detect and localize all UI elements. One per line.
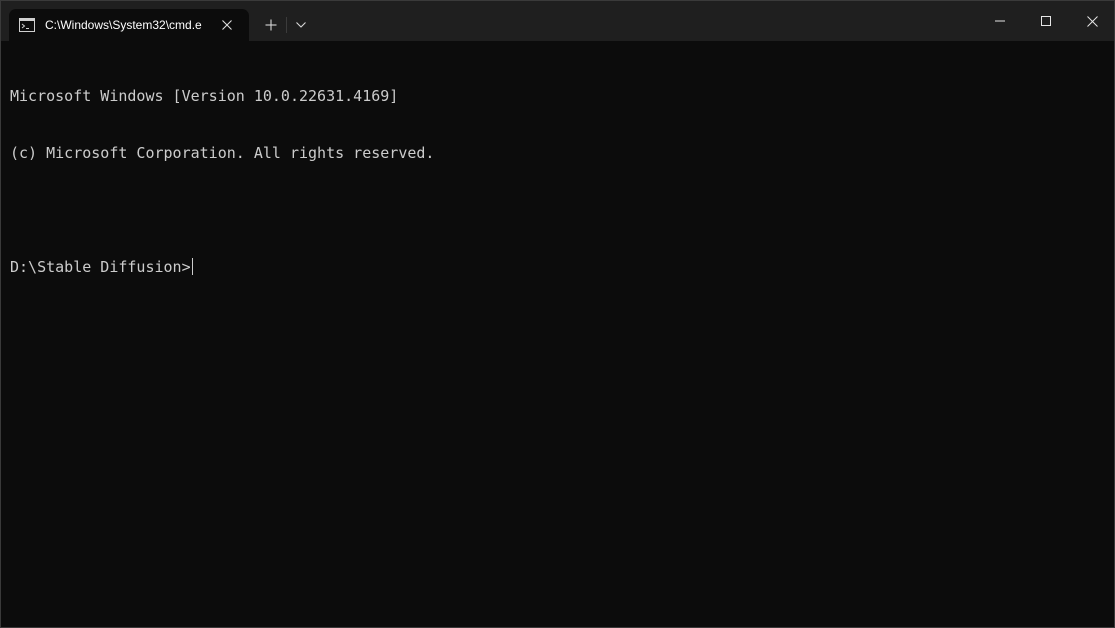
profiles-dropdown-button[interactable] xyxy=(290,13,312,37)
tab-close-button[interactable] xyxy=(218,16,236,34)
maximize-icon xyxy=(1041,16,1051,26)
window-close-button[interactable] xyxy=(1069,1,1115,41)
minimize-icon xyxy=(995,20,1005,22)
title-bar[interactable]: C:\Windows\System32\cmd.e xyxy=(1,1,1114,41)
new-tab-button[interactable] xyxy=(259,13,283,37)
terminal-icon xyxy=(19,18,35,32)
terminal-window: C:\Windows\System32\cmd.e Microsoft Wind… xyxy=(0,0,1115,628)
close-icon xyxy=(1086,15,1098,27)
plus-icon xyxy=(265,19,277,31)
chevron-down-icon xyxy=(296,22,306,28)
tab-separator xyxy=(286,17,287,33)
text-cursor xyxy=(191,258,193,275)
console-line: Microsoft Windows [Version 10.0.22631.41… xyxy=(10,87,399,105)
maximize-button[interactable] xyxy=(1023,1,1069,41)
close-icon xyxy=(222,20,232,30)
command-prompt-line[interactable]: D:\Stable Diffusion> xyxy=(10,258,1100,277)
tab-title: C:\Windows\System32\cmd.e xyxy=(45,18,202,32)
console-line: (c) Microsoft Corporation. All rights re… xyxy=(10,144,435,162)
console-output[interactable]: Microsoft Windows [Version 10.0.22631.41… xyxy=(10,49,1100,619)
command-prompt: D:\Stable Diffusion> xyxy=(10,258,191,276)
tab-cmd[interactable]: C:\Windows\System32\cmd.e xyxy=(9,9,249,41)
minimize-button[interactable] xyxy=(977,1,1023,41)
